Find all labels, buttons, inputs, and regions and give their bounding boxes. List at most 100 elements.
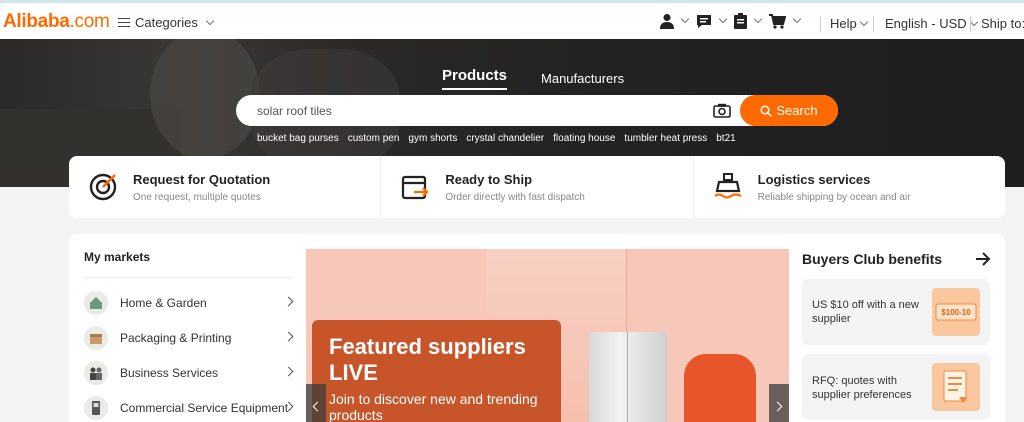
my-markets-title: My markets [84, 250, 151, 264]
suggestion-link[interactable]: floating house [553, 133, 615, 144]
featured-card[interactable]: Featured suppliers LIVE Join to discover… [312, 320, 561, 422]
orders-menu[interactable] [734, 13, 763, 29]
search-input[interactable] [257, 103, 687, 118]
home-garden-icon [84, 291, 108, 315]
buyers-club-card-rfq[interactable]: RFQ: quotes with supplier preferences [802, 354, 990, 420]
jacket-image [684, 354, 756, 422]
ship-to-label: Ship to: [981, 16, 1024, 31]
services-card: Request for Quotation One request, multi… [69, 156, 1005, 218]
top-navigation-bar: Alibaba.com Categories Help English - US… [0, 0, 1024, 39]
benefit-text: RFQ: quotes with supplier preferences [812, 375, 912, 401]
menu-icon [118, 18, 130, 27]
package-icon [84, 326, 108, 350]
suggestion-link[interactable]: tumbler heat press [624, 133, 707, 144]
suggestion-link[interactable]: custom pen [348, 133, 400, 144]
main-panel: My markets Home & Garden Packaging & Pri… [69, 234, 1005, 422]
divider [970, 16, 971, 32]
arrow-right-icon[interactable] [975, 252, 991, 266]
camera-icon [713, 103, 731, 118]
refrigerator-door [627, 332, 628, 422]
search-button-label: Search [776, 103, 818, 118]
service-subtitle: Order directly with fast dispatch [445, 192, 585, 203]
equipment-icon [84, 396, 108, 420]
business-people-icon [84, 361, 108, 385]
logo-text: Alibaba [3, 11, 70, 32]
shipping-box-icon [402, 175, 429, 200]
user-icon [660, 14, 674, 29]
search-suggestions: bucket bag purses custom pen gym shorts … [257, 133, 736, 144]
target-icon [89, 173, 117, 201]
service-subtitle: Reliable shipping by ocean and air [757, 192, 911, 203]
chevron-left-icon [312, 401, 323, 412]
market-item-business-services[interactable]: Business Services [84, 359, 296, 387]
alibaba-logo[interactable]: Alibaba.com [3, 11, 110, 33]
message-icon [697, 14, 711, 28]
divider [873, 16, 874, 32]
service-subtitle: One request, multiple quotes [133, 192, 261, 203]
chevron-right-icon [772, 401, 783, 412]
help-label: Help [830, 16, 857, 31]
suggestion-link[interactable]: bt21 [716, 133, 735, 144]
market-item-commercial-service-equipment[interactable]: Commercial Service Equipment [84, 394, 296, 422]
service-title: Request for Quotation [133, 172, 271, 187]
logo-domain: .com [69, 11, 110, 32]
chevron-right-icon [283, 366, 294, 377]
suggestion-link[interactable]: bucket bag purses [257, 133, 339, 144]
image-search-button[interactable] [713, 103, 731, 123]
chevron-down-icon [718, 14, 728, 24]
cart-menu[interactable] [769, 13, 802, 29]
chevron-down-icon [205, 16, 215, 25]
banner-text: Join to discover new and trending produc… [329, 391, 538, 422]
suggestion-link[interactable]: gym shorts [408, 133, 457, 144]
carousel-previous-button[interactable] [306, 384, 326, 422]
market-label: Home & Garden [120, 296, 207, 310]
market-label: Commercial Service Equipment [120, 401, 289, 415]
market-item-packaging-printing[interactable]: Packaging & Printing [84, 324, 296, 352]
cart-icon [769, 13, 786, 29]
help-menu[interactable]: Help [830, 16, 868, 31]
search-tabs: Products Manufacturers [442, 67, 624, 90]
tab-manufacturers[interactable]: Manufacturers [541, 71, 624, 90]
language-currency-menu[interactable]: English - USD [885, 16, 978, 31]
account-menu[interactable] [660, 13, 690, 29]
benefit-text: US $10 off with a new supplier [812, 299, 919, 325]
search-button[interactable]: Search [740, 95, 838, 126]
market-item-home-garden[interactable]: Home & Garden [84, 289, 296, 317]
tab-products[interactable]: Products [442, 67, 508, 90]
chevron-down-icon [859, 17, 868, 26]
categories-menu[interactable]: Categories [118, 15, 215, 30]
suggestion-link[interactable]: crystal chandelier [466, 133, 544, 144]
ship-to-menu[interactable]: Ship to: [981, 16, 1024, 31]
coupon-icon: $100-10 [932, 288, 980, 336]
service-ready-to-ship[interactable]: Ready to Ship Order directly with fast d… [381, 156, 694, 218]
ship-icon [713, 173, 742, 199]
categories-label: Categories [135, 15, 198, 30]
market-label: Business Services [120, 366, 219, 380]
service-request-for-quotation[interactable]: Request for Quotation One request, multi… [69, 156, 382, 218]
search-bar: Search [236, 95, 838, 126]
search-icon [760, 104, 773, 117]
banner-heading: Featured suppliers LIVE [329, 334, 526, 385]
chevron-right-icon [283, 296, 294, 307]
buyers-club-title: Buyers Club benefits [802, 251, 943, 267]
messages-menu[interactable] [696, 14, 728, 29]
service-title: Ready to Ship [445, 172, 533, 187]
chevron-right-icon [283, 331, 294, 342]
service-title: Logistics services [757, 172, 871, 187]
clipboard-icon [734, 13, 747, 29]
featured-banner[interactable]: Featured suppliers LIVE Join to discover… [306, 249, 789, 422]
divider [820, 16, 821, 32]
account-icons [660, 13, 802, 29]
coupon-badge-text: $100-10 [941, 307, 971, 317]
carousel-next-button[interactable] [769, 384, 789, 422]
language-label: English - USD [885, 16, 967, 31]
buyers-club-card-discount[interactable]: US $10 off with a new supplier $100-10 [802, 279, 990, 345]
document-icon [932, 363, 980, 411]
refrigerator-image [589, 332, 667, 422]
chevron-down-icon [753, 14, 763, 24]
market-label: Packaging & Printing [120, 331, 232, 345]
divider [84, 277, 292, 278]
chevron-down-icon [792, 14, 802, 24]
chevron-down-icon [680, 14, 690, 24]
service-logistics[interactable]: Logistics services Reliable shipping by … [694, 156, 1005, 218]
